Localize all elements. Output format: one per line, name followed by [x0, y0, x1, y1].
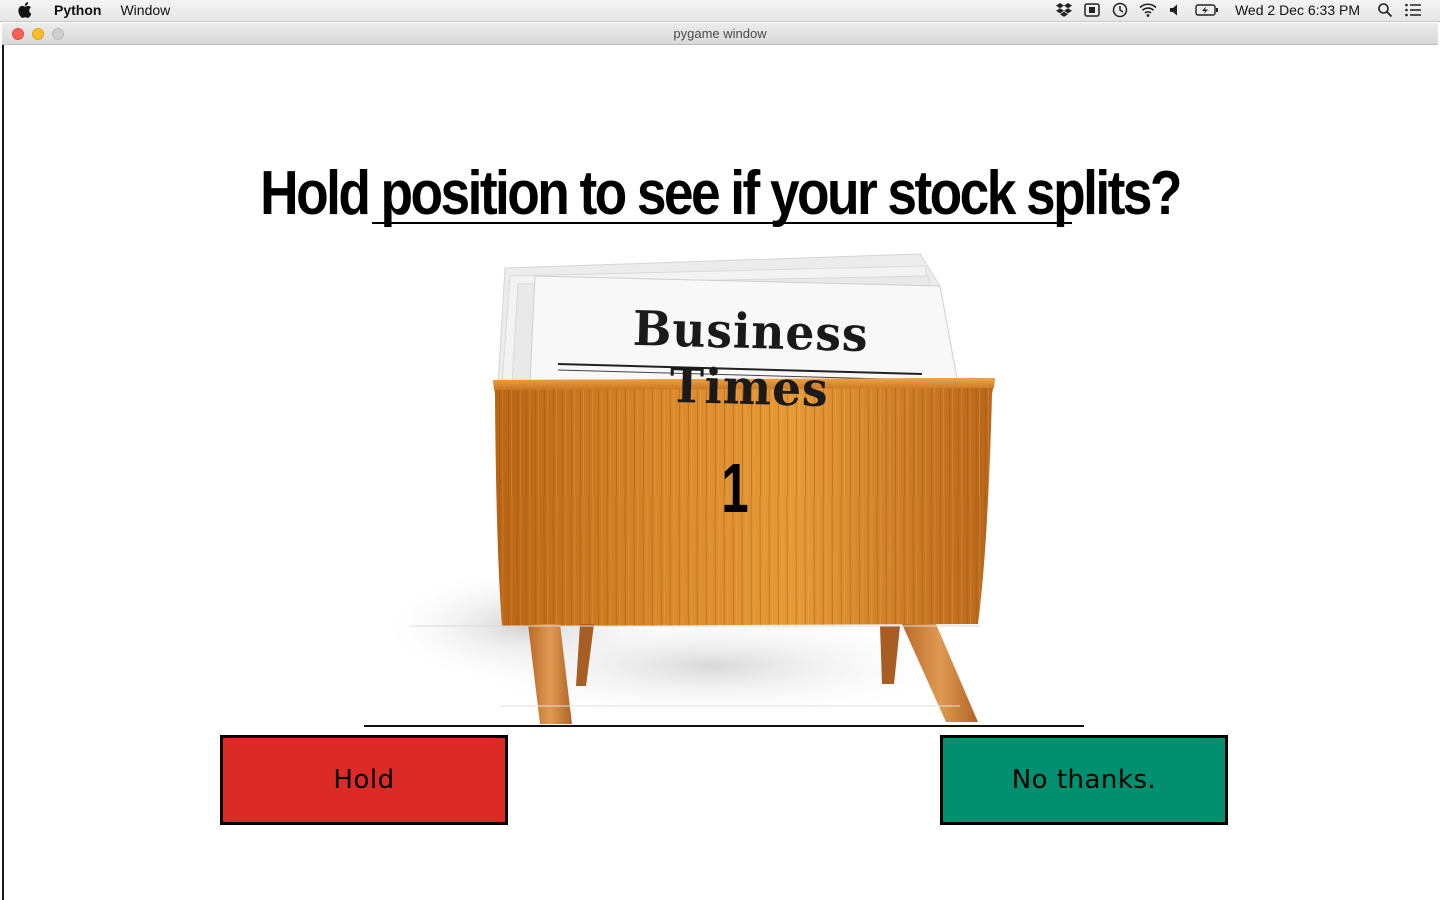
- spotlight-search-icon[interactable]: [1376, 2, 1394, 18]
- counter-display: 1: [721, 449, 749, 527]
- newspaper-masthead: Business Times: [632, 300, 870, 419]
- clock[interactable]: Wed 2 Dec 6:33 PM: [1235, 2, 1360, 18]
- window-title: pygame window: [673, 26, 767, 41]
- question-headline: Hold position to see if your stock split…: [260, 159, 1182, 228]
- notification-center-icon[interactable]: [1404, 2, 1422, 18]
- menu-window[interactable]: Window: [120, 2, 170, 18]
- headline-underline: [372, 222, 1072, 224]
- app-menu-python[interactable]: Python: [54, 2, 101, 18]
- battery-icon[interactable]: [1195, 2, 1219, 18]
- screen-capture-icon[interactable]: [1083, 2, 1101, 18]
- menubar: Python Window Wed 2 Dec 6:33 PM: [0, 0, 1440, 22]
- hold-button[interactable]: Hold: [220, 735, 508, 825]
- volume-icon[interactable]: [1167, 2, 1185, 18]
- window-left-border: [2, 45, 4, 900]
- window-titlebar[interactable]: pygame window: [2, 23, 1438, 45]
- wifi-icon[interactable]: [1139, 2, 1157, 18]
- divider-line: [364, 725, 1084, 727]
- time-machine-icon[interactable]: [1111, 2, 1129, 18]
- apple-menu-icon[interactable]: [18, 2, 32, 18]
- dropbox-icon[interactable]: [1055, 2, 1073, 18]
- no-thanks-button[interactable]: No thanks.: [940, 735, 1228, 825]
